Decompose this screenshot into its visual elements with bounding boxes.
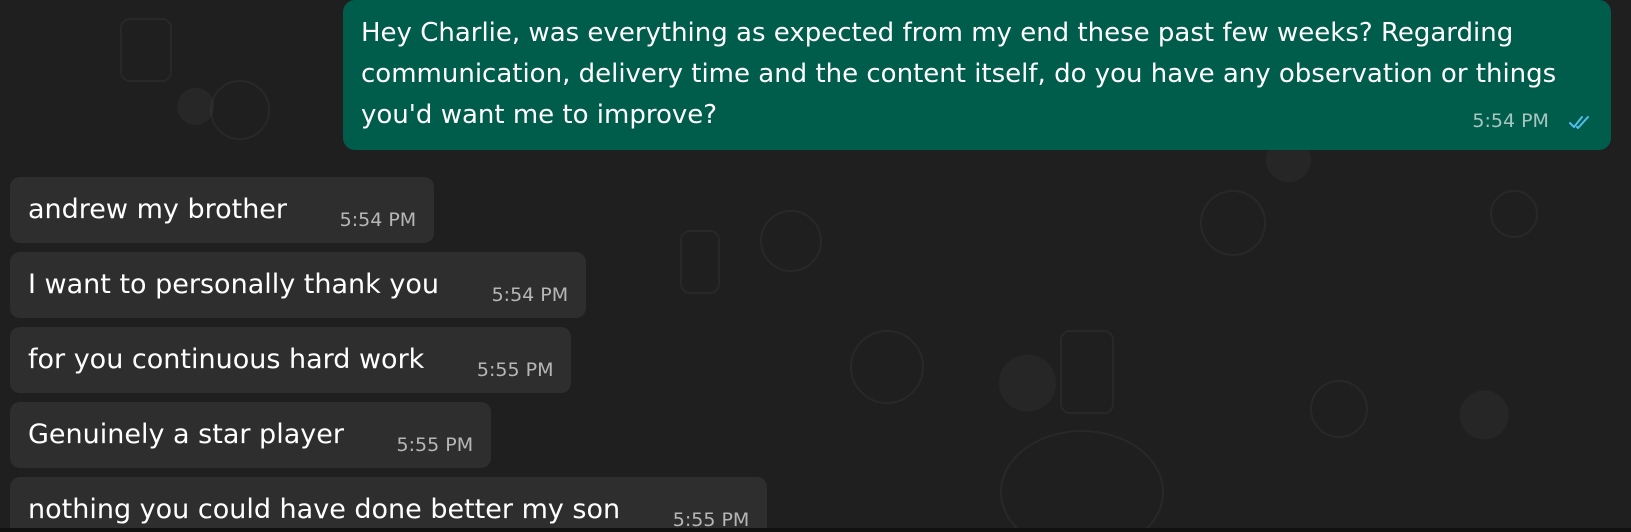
message-time: 5:54 PM bbox=[491, 284, 569, 306]
wallpaper-doodle bbox=[680, 230, 720, 294]
wallpaper-doodle bbox=[1310, 380, 1368, 438]
message-time: 5:54 PM bbox=[339, 209, 417, 231]
incoming-message[interactable]: andrew my brother 5:54 PM bbox=[10, 177, 435, 243]
outgoing-message[interactable]: Hey Charlie, was everything as expected … bbox=[343, 0, 1611, 150]
message-meta: 5:54 PM bbox=[1472, 111, 1591, 134]
message-time: 5:55 PM bbox=[672, 509, 750, 531]
wallpaper-doodle bbox=[760, 210, 822, 272]
message-text: for you continuous hard work bbox=[28, 344, 425, 375]
message-text: nothing you could have done better my so… bbox=[28, 494, 621, 525]
message-text: Hey Charlie, was everything as expected … bbox=[361, 18, 1557, 130]
wallpaper-doodle bbox=[1200, 190, 1266, 256]
chat-area: Hey Charlie, was everything as expected … bbox=[0, 0, 1631, 532]
wallpaper-doodle bbox=[120, 18, 172, 82]
message-time: 5:55 PM bbox=[476, 359, 554, 381]
incoming-message[interactable]: Genuinely a star player 5:55 PM bbox=[10, 402, 492, 468]
incoming-message[interactable]: nothing you could have done better my so… bbox=[10, 477, 768, 532]
wallpaper-doodle bbox=[210, 80, 270, 140]
message-time: 5:55 PM bbox=[396, 434, 474, 456]
incoming-message[interactable]: I want to personally thank you 5:54 PM bbox=[10, 252, 587, 318]
wallpaper-doodle bbox=[850, 330, 924, 404]
message-text: I want to personally thank you bbox=[28, 269, 439, 300]
incoming-message[interactable]: for you continuous hard work 5:55 PM bbox=[10, 327, 572, 393]
message-text: Genuinely a star player bbox=[28, 419, 344, 450]
wallpaper-doodle bbox=[1060, 330, 1114, 414]
message-time: 5:54 PM bbox=[1472, 110, 1549, 132]
wallpaper-doodle bbox=[1000, 430, 1164, 532]
double-check-icon bbox=[1569, 114, 1591, 134]
message-text: andrew my brother bbox=[28, 194, 288, 225]
bottom-divider bbox=[0, 528, 1631, 532]
wallpaper-doodle bbox=[1490, 190, 1538, 238]
